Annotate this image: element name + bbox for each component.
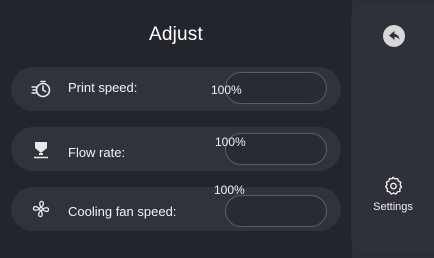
flow-rate-value: 100% (215, 135, 246, 149)
cooling-fan-input[interactable] (225, 195, 327, 227)
back-arrow-icon (389, 31, 400, 40)
fan-icon (32, 200, 50, 218)
gear-icon (384, 176, 403, 195)
back-button[interactable] (383, 25, 405, 47)
sidebar: Settings (351, 5, 434, 253)
adjust-panel: Adjust Print speed: 100% Flow rate: 100% (0, 0, 352, 258)
flow-rate-row: Flow rate: 100% (11, 127, 341, 171)
cooling-fan-row: Cooling fan speed: 100% (11, 183, 341, 231)
cooling-fan-value: 100% (214, 183, 245, 197)
print-speed-value: 100% (211, 83, 242, 97)
print-speed-row: Print speed: 100% (11, 67, 341, 111)
flow-rate-icon (34, 142, 48, 159)
settings-label: Settings (373, 201, 413, 213)
flow-rate-label: Flow rate: (68, 145, 126, 160)
cooling-fan-label: Cooling fan speed: (68, 204, 177, 219)
settings-button[interactable]: Settings (359, 175, 427, 231)
page-title: Adjust (148, 24, 203, 45)
print-speed-label: Print speed: (68, 80, 138, 95)
print-speed-icon (31, 80, 51, 98)
